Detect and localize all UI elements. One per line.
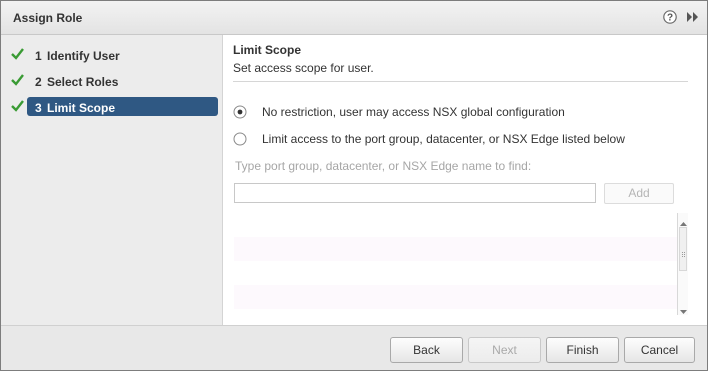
scroll-up-icon[interactable] xyxy=(680,216,687,226)
finish-button[interactable]: Finish xyxy=(546,337,619,363)
dialog-footer: Back Next Finish Cancel xyxy=(1,325,707,370)
add-button[interactable]: Add xyxy=(604,183,674,204)
list-item xyxy=(234,285,677,309)
step-identify-user[interactable]: 1 Identify User xyxy=(1,44,222,65)
scroll-down-icon[interactable] xyxy=(680,304,687,314)
check-icon xyxy=(11,74,24,86)
dialog-titlebar: Assign Role ? xyxy=(1,1,707,35)
list-item xyxy=(234,213,677,237)
grip-icon xyxy=(682,247,686,257)
page-subtitle: Set access scope for user. xyxy=(233,61,374,75)
check-icon xyxy=(11,100,24,112)
dialog-title: Assign Role xyxy=(13,11,83,25)
list-item xyxy=(234,261,677,285)
radio-limit-access[interactable] xyxy=(233,132,247,146)
next-button[interactable]: Next xyxy=(468,337,541,363)
page-title: Limit Scope xyxy=(233,43,302,57)
limit-scope-panel: Limit Scope Set access scope for user. N… xyxy=(223,35,707,325)
step-number: 3 xyxy=(35,101,42,115)
back-button[interactable]: Back xyxy=(390,337,463,363)
divider xyxy=(233,81,688,82)
step-number: 2 xyxy=(35,75,42,89)
radio-limit-access-label[interactable]: Limit access to the port group, datacent… xyxy=(262,132,625,146)
step-label: Limit Scope xyxy=(47,101,116,115)
expand-icon[interactable] xyxy=(686,10,700,24)
svg-text:?: ? xyxy=(667,13,673,24)
scroll-thumb[interactable] xyxy=(679,227,687,271)
assign-role-dialog: Assign Role ? 1 Identify User 2 Select R… xyxy=(0,0,708,371)
scope-list[interactable] xyxy=(234,213,688,315)
find-label: Type port group, datacenter, or NSX Edge… xyxy=(235,159,532,173)
list-item xyxy=(234,237,677,261)
list-scrollbar[interactable] xyxy=(677,213,688,315)
step-limit-scope[interactable]: 3 Limit Scope xyxy=(1,96,222,117)
check-icon xyxy=(11,48,24,60)
help-icon[interactable]: ? xyxy=(663,10,677,24)
radio-no-restriction[interactable] xyxy=(233,105,247,119)
step-number: 1 xyxy=(35,49,42,63)
cancel-button[interactable]: Cancel xyxy=(624,337,695,363)
step-select-roles[interactable]: 2 Select Roles xyxy=(1,70,222,91)
find-input[interactable] xyxy=(234,183,596,203)
step-label: Select Roles xyxy=(47,75,119,89)
wizard-steps-sidebar: 1 Identify User 2 Select Roles 3 Limit S… xyxy=(1,35,223,325)
radio-no-restriction-label[interactable]: No restriction, user may access NSX glob… xyxy=(262,105,565,119)
step-label: Identify User xyxy=(47,49,120,63)
